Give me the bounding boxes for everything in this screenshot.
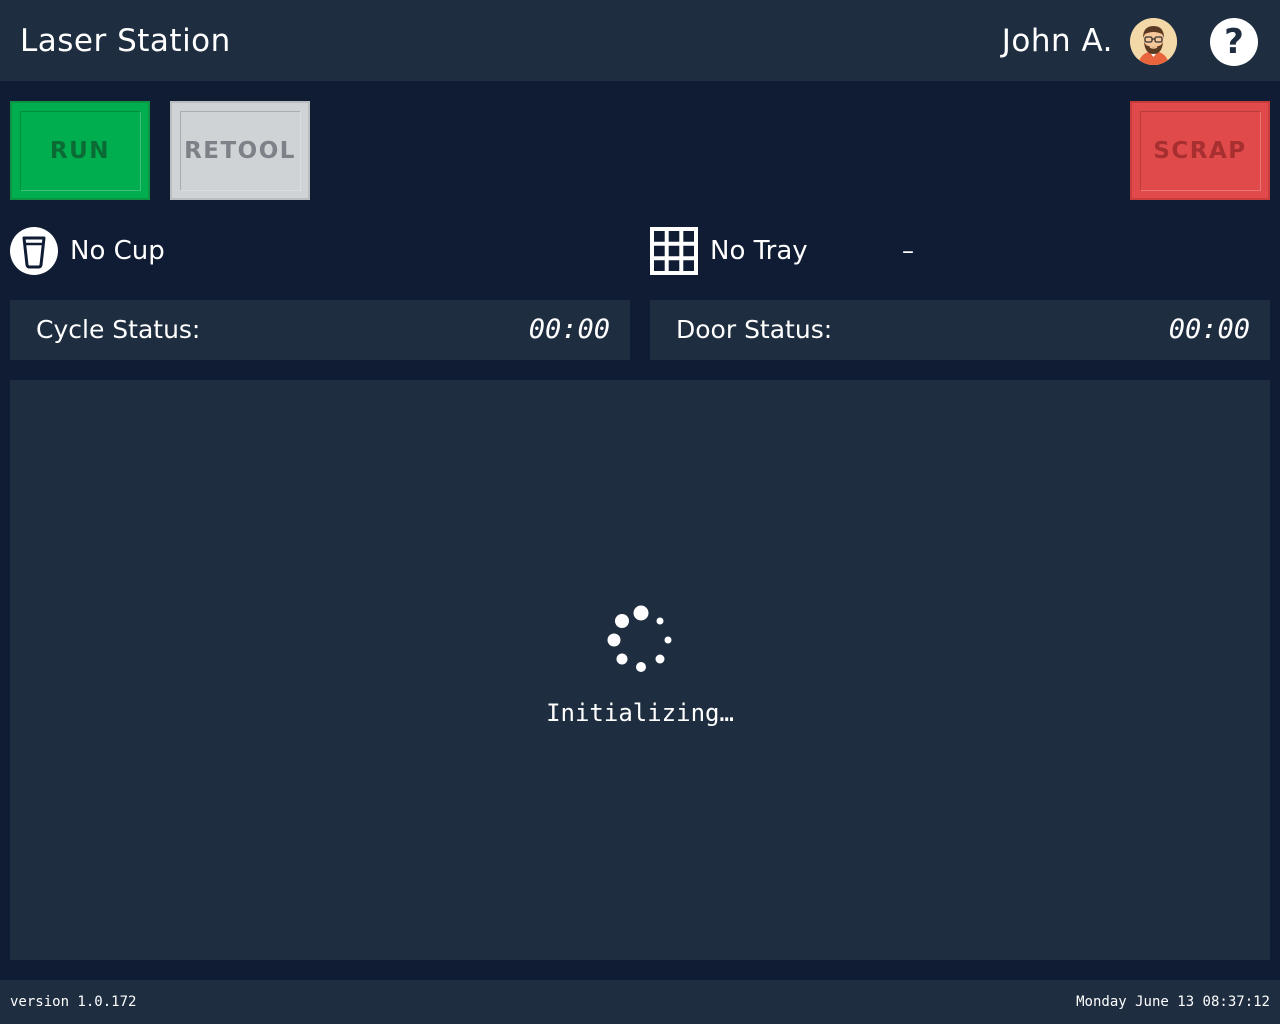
cycle-status-bar: Cycle Status: 00:00 xyxy=(10,300,630,360)
run-button-label: RUN xyxy=(49,137,111,164)
loading-message: Initializing… xyxy=(546,699,734,727)
datetime-label: Monday June 13 08:37:12 xyxy=(1076,994,1270,1010)
cup-status-label: No Cup xyxy=(70,236,165,266)
footer-bar: version 1.0.172 Monday June 13 08:37:12 xyxy=(0,980,1280,1024)
help-button[interactable]: ? xyxy=(1210,18,1258,66)
retool-button[interactable]: RETOOL xyxy=(170,101,310,200)
door-status-label: Door Status: xyxy=(676,315,833,344)
question-mark-icon: ? xyxy=(1224,22,1244,62)
loading-spinner-icon xyxy=(606,604,676,674)
tray-status-value: – xyxy=(902,237,914,265)
main-content-panel: Initializing… xyxy=(10,380,1270,960)
cycle-status-timer: 00:00 xyxy=(528,314,610,345)
run-button[interactable]: RUN xyxy=(10,101,150,200)
header-bar: Laser Station John A. ? xyxy=(0,0,1280,81)
grid-tray-icon xyxy=(650,227,698,275)
door-status-bar: Door Status: 00:00 xyxy=(650,300,1270,360)
cup-icon xyxy=(10,227,58,275)
scrap-button[interactable]: SCRAP xyxy=(1130,101,1270,200)
scrap-button-label: SCRAP xyxy=(1153,137,1247,164)
tray-status-label: No Tray xyxy=(710,236,808,266)
user-name: John A. xyxy=(1001,23,1113,59)
app-title: Laser Station xyxy=(20,23,231,59)
door-status-timer: 00:00 xyxy=(1168,314,1250,345)
cycle-status-label: Cycle Status: xyxy=(36,315,201,344)
retool-button-label: RETOOL xyxy=(184,137,296,164)
bearded-man-avatar-icon[interactable] xyxy=(1130,18,1177,65)
version-label: version 1.0.172 xyxy=(10,994,137,1010)
